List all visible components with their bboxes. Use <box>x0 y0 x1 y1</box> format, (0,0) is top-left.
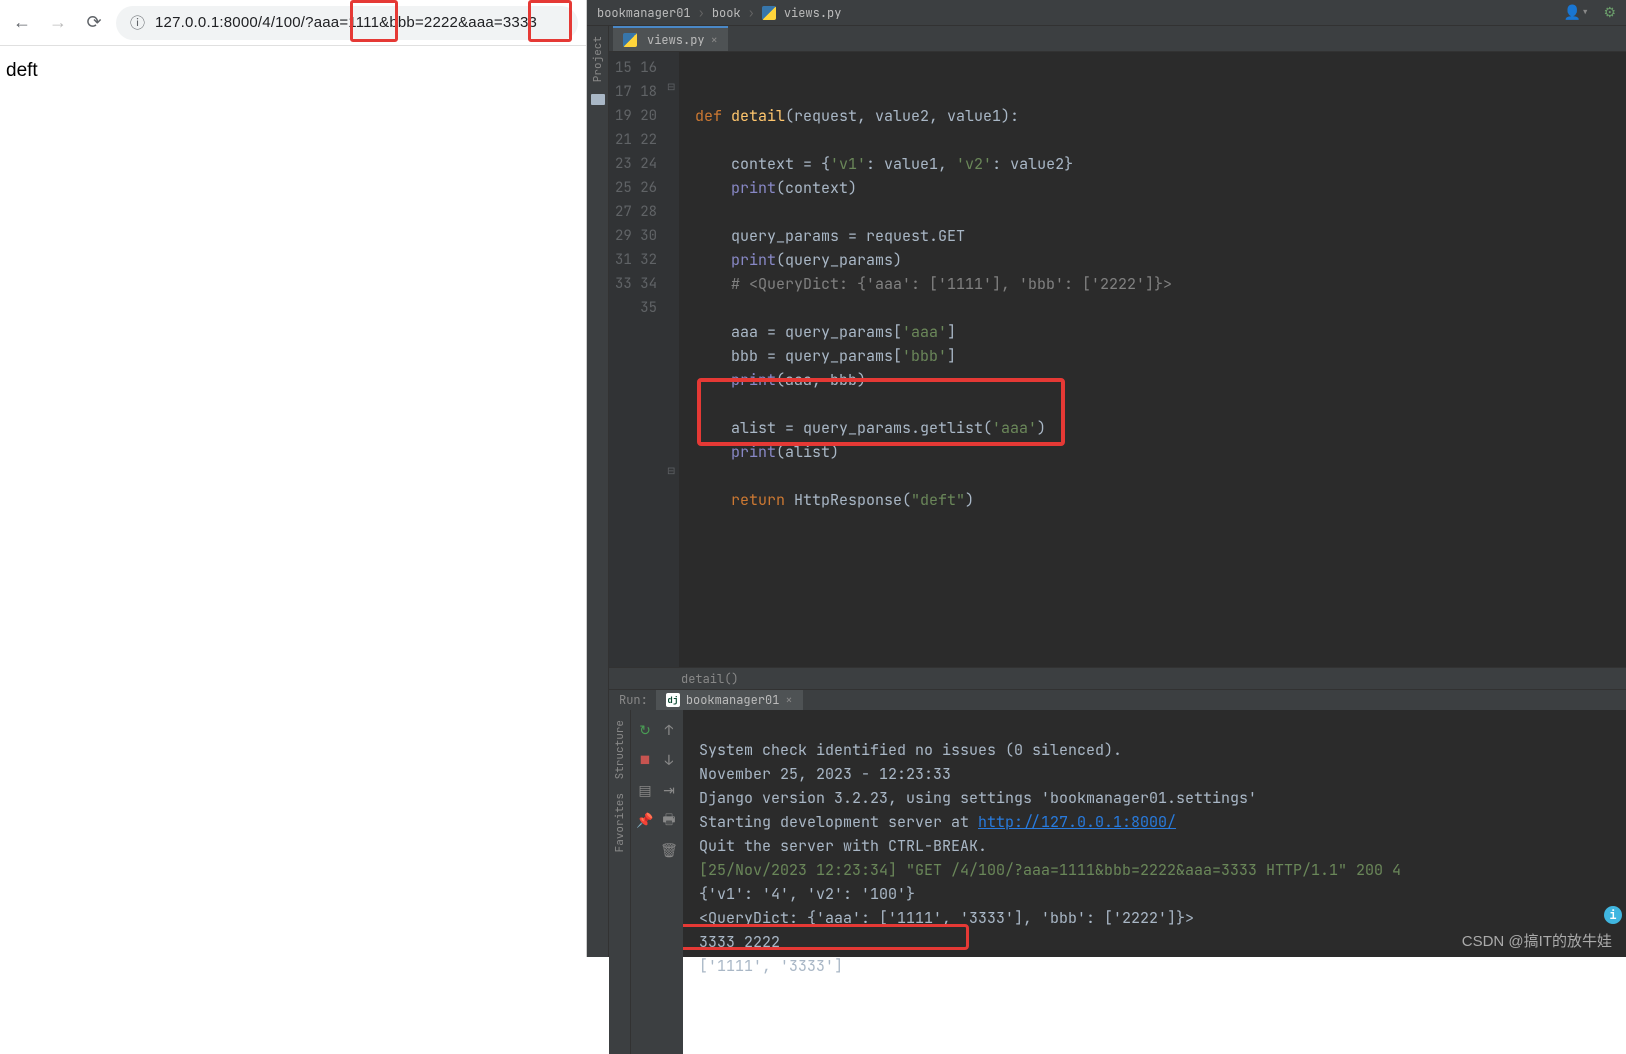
left-tool-strip: Project <box>587 26 609 957</box>
ide-pane: bookmanager01 › book › views.py 👤▾ ⚙ Pro… <box>587 0 1626 957</box>
print-icon[interactable]: 🖶 <box>658 810 680 832</box>
code-area[interactable]: def detail(request, value2, value1): con… <box>679 52 1626 667</box>
code-editor[interactable]: 15 16 17 18 19 20 21 22 23 24 25 26 27 2… <box>609 52 1626 667</box>
fold-column: ⊟ ⊟ <box>665 52 679 667</box>
project-tool-button[interactable]: Project <box>591 32 605 86</box>
close-icon[interactable]: × <box>711 32 718 48</box>
fold-open-icon[interactable]: ⊟ <box>667 80 675 93</box>
fold-close-icon[interactable]: ⊟ <box>667 464 675 477</box>
server-url-link[interactable]: http://127.0.0.1:8000/ <box>978 812 1176 832</box>
back-button[interactable]: ← <box>8 9 36 37</box>
url-text: 127.0.0.1:8000/4/100/?aaa=1111&bbb=2222&… <box>155 14 537 31</box>
python-file-icon <box>762 6 776 20</box>
blank-icon <box>634 840 656 862</box>
structure-tool-button[interactable]: Structure <box>613 716 627 783</box>
watermark: CSDN @搞IT的放牛娃 <box>1462 930 1612 951</box>
django-icon: dj <box>666 693 680 707</box>
pin-icon[interactable]: 📌 <box>634 810 656 832</box>
address-bar[interactable]: ⓘ 127.0.0.1:8000/4/100/?aaa=1111&bbb=222… <box>116 6 578 40</box>
info-badge-icon[interactable]: i <box>1604 906 1622 924</box>
down-icon[interactable]: ↓ <box>658 750 680 772</box>
tab-label: views.py <box>647 32 705 48</box>
chevron-icon: › <box>698 5 705 21</box>
code-breadcrumb: detail() <box>609 667 1626 689</box>
run-header: Run: dj bookmanager01 × <box>609 690 1626 710</box>
user-icon[interactable]: 👤▾ <box>1564 4 1590 22</box>
run-toolbar: ↻↑ ■↓ ▤⇥ 📌🖶 🗑 <box>631 710 683 1054</box>
ide-breadcrumb-bar: bookmanager01 › book › views.py 👤▾ ⚙ <box>587 0 1626 26</box>
page-body: deft <box>0 46 586 96</box>
stop-icon[interactable]: ■ <box>634 750 656 772</box>
editor-tabs: views.py × <box>609 26 1626 52</box>
export-icon[interactable]: ⇥ <box>658 780 680 802</box>
line-gutter: 15 16 17 18 19 20 21 22 23 24 25 26 27 2… <box>609 52 665 667</box>
trash-icon[interactable]: 🗑 <box>658 840 680 862</box>
run-panel: Run: dj bookmanager01 × Structure Favori… <box>609 689 1626 957</box>
run-label: Run: <box>619 692 648 708</box>
favorites-tool-button[interactable]: Favorites <box>613 789 627 856</box>
settings-icon[interactable]: ⚙ <box>1603 4 1616 22</box>
forward-button[interactable]: → <box>44 9 72 37</box>
breadcrumb-file[interactable]: views.py <box>784 5 842 21</box>
info-icon: ⓘ <box>130 12 145 33</box>
run-tab-label: bookmanager01 <box>686 692 780 708</box>
tab-views-py[interactable]: views.py × <box>613 26 728 51</box>
browser-toolbar: ← → ⟳ ⓘ 127.0.0.1:8000/4/100/?aaa=1111&b… <box>0 0 586 46</box>
highlight-box-code <box>697 378 1065 446</box>
layout-icon[interactable]: ▤ <box>634 780 656 802</box>
up-icon[interactable]: ↑ <box>658 720 680 742</box>
rerun-icon[interactable]: ↻ <box>634 720 656 742</box>
bottom-tool-strip: Structure Favorites <box>609 710 631 1054</box>
run-config-tab[interactable]: dj bookmanager01 × <box>656 690 803 710</box>
folder-icon[interactable] <box>591 94 605 105</box>
browser-pane: ← → ⟳ ⓘ 127.0.0.1:8000/4/100/?aaa=1111&b… <box>0 0 587 957</box>
breadcrumb-root[interactable]: bookmanager01 <box>597 5 691 21</box>
run-output[interactable]: System check identified no issues (0 sil… <box>683 710 1626 1054</box>
breadcrumb-folder[interactable]: book <box>712 5 741 21</box>
chevron-icon: › <box>748 5 755 21</box>
page-text: deft <box>6 60 38 81</box>
python-file-icon <box>623 33 637 47</box>
close-icon[interactable]: × <box>785 692 792 708</box>
function-crumb[interactable]: detail() <box>681 671 739 687</box>
highlight-box-output <box>683 924 969 950</box>
reload-button[interactable]: ⟳ <box>80 9 108 37</box>
